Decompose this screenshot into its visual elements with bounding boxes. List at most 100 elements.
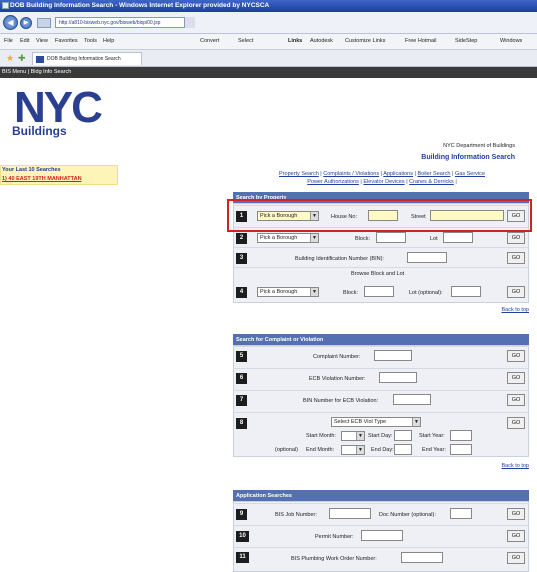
toolbar-select[interactable]: Select: [238, 38, 253, 44]
menu-help[interactable]: Help: [103, 38, 114, 44]
toolbar-autodesk[interactable]: Autodesk: [310, 38, 333, 44]
add-favorite-icon[interactable]: ✚: [18, 53, 26, 64]
end-year-input[interactable]: [450, 444, 472, 455]
go-button-2[interactable]: GO: [507, 232, 525, 244]
application-row-10: 10 Permit Number: GO: [233, 525, 529, 545]
menu-view[interactable]: View: [36, 38, 48, 44]
permit-number-label: Permit Number:: [315, 534, 354, 540]
ecb-violation-input[interactable]: [379, 372, 417, 383]
complaint-row-8: 8 Select ECB Viol Type ▼ Start Month: ▼ S…: [233, 412, 529, 456]
optional-label: (optional): [275, 447, 298, 453]
tab-favicon: [36, 56, 44, 63]
window-title-bar: DOB Building Information Search - Window…: [0, 0, 537, 12]
last-searches-panel: Your Last 10 Searches 1) 40 EAST 19TH MA…: [0, 165, 118, 185]
toolbar-sidestep[interactable]: SideStep: [455, 38, 477, 44]
address-bar: ◀ ▶ http://a810-bisweb.nyc.gov/bisweb/bi…: [0, 12, 537, 34]
bin-input[interactable]: [407, 252, 447, 263]
borough-select[interactable]: Pick a Borough ▼: [257, 233, 319, 243]
end-day-input[interactable]: [394, 444, 412, 455]
chevron-down-icon: ▼: [310, 288, 318, 296]
menu-file[interactable]: File: [4, 38, 13, 44]
link-gas-service[interactable]: Gas Service: [455, 171, 485, 177]
logo-buildings: Buildings: [12, 124, 67, 138]
menu-edit[interactable]: Edit: [20, 38, 29, 44]
block-input[interactable]: [364, 286, 394, 297]
row-number: 5: [236, 351, 247, 362]
go-button-4[interactable]: GO: [507, 286, 525, 298]
favorites-star-icon[interactable]: ★: [6, 53, 14, 64]
forward-icon[interactable]: ▶: [20, 17, 32, 29]
start-year-input[interactable]: [450, 430, 472, 441]
link-elevator-devices[interactable]: Elevator Devices: [363, 179, 404, 185]
back-to-top-link[interactable]: Back to top: [501, 463, 529, 469]
plumbing-work-order-input[interactable]: [401, 552, 443, 563]
property-row-3: 3 Building Identification Number (BIN): …: [233, 247, 529, 267]
borough-select[interactable]: Pick a Borough ▼: [257, 287, 319, 297]
link-applications[interactable]: Applications: [383, 171, 413, 177]
row-number: 9: [236, 509, 247, 520]
block-input[interactable]: [376, 232, 406, 243]
ecb-viol-type-value: Select ECB Viol Type: [334, 419, 387, 425]
start-day-label: Start Day:: [368, 433, 393, 439]
row-number: 10: [236, 531, 249, 542]
link-property-search[interactable]: Property Search: [279, 171, 319, 177]
doc-number-input[interactable]: [450, 508, 472, 519]
end-month-label: End Month:: [306, 447, 335, 453]
lot-input[interactable]: [451, 286, 481, 297]
address-dropdown-icon[interactable]: [184, 17, 195, 28]
go-button-3[interactable]: GO: [507, 252, 525, 264]
doc-number-label: Doc Number (optional):: [379, 512, 436, 518]
start-month-select[interactable]: ▼: [341, 431, 365, 441]
start-day-input[interactable]: [394, 430, 412, 441]
complaint-row-6: 6 ECB Violation Number: GO: [233, 368, 529, 388]
link-power-authorizations[interactable]: Power Authorizations: [307, 179, 359, 185]
chevron-down-icon: ▼: [412, 418, 420, 426]
row-number: 11: [236, 552, 249, 563]
toolbar-links: Links: [288, 38, 303, 44]
menu-favorites[interactable]: Favorites: [55, 38, 78, 44]
property-row-2: 2 Pick a Borough ▼ Block: Lot GO: [233, 227, 529, 247]
complaint-number-input[interactable]: [374, 350, 412, 361]
go-button-6[interactable]: GO: [507, 372, 525, 384]
go-button-7[interactable]: GO: [507, 394, 525, 406]
go-button-9[interactable]: GO: [507, 508, 525, 520]
go-button-10[interactable]: GO: [507, 530, 525, 542]
ecb-violation-label: ECB Violation Number:: [309, 376, 366, 382]
row-number: 4: [236, 287, 247, 298]
go-button-5[interactable]: GO: [507, 350, 525, 362]
last-search-item[interactable]: 1) 40 EAST 19TH MANHATTAN: [2, 176, 82, 182]
row-number: 7: [236, 395, 247, 406]
page-title: Building Information Search: [421, 154, 515, 161]
browser-tab[interactable]: DOB Building Information Search: [32, 52, 142, 65]
link-cranes-derricks[interactable]: Cranes & Derricks: [409, 179, 454, 185]
toolbar-customize-links[interactable]: Customize Links: [345, 38, 385, 44]
last-searches-heading: Your Last 10 Searches: [2, 167, 61, 173]
plumbing-work-order-label: BIS Plumbing Work Order Number:: [291, 556, 377, 562]
link-boiler-search[interactable]: Boiler Search: [417, 171, 450, 177]
row-number: 6: [236, 373, 247, 384]
permit-number-input[interactable]: [361, 530, 403, 541]
end-day-label: End Day:: [371, 447, 394, 453]
bis-job-number-input[interactable]: [329, 508, 371, 519]
back-to-top-link[interactable]: Back to top: [501, 307, 529, 313]
toolbar-convert[interactable]: Convert: [200, 38, 219, 44]
link-complaints[interactable]: Complaints / Violations: [323, 171, 379, 177]
service-links: Property Search | Complaints / Violation…: [279, 171, 485, 185]
tab-title: DOB Building Information Search: [47, 56, 121, 62]
bin-ecb-input[interactable]: [393, 394, 431, 405]
start-year-label: Start Year:: [419, 433, 445, 439]
row-number: 8: [236, 418, 247, 429]
back-icon[interactable]: ◀: [3, 15, 18, 30]
row-number: 2: [236, 233, 247, 244]
lot-input[interactable]: [443, 232, 473, 243]
ecb-viol-type-select[interactable]: Select ECB Viol Type ▼: [331, 417, 421, 427]
go-button-8[interactable]: GO: [507, 417, 525, 429]
site-nav-bar[interactable]: BIS Menu | Bldg Info Search: [0, 67, 537, 78]
lot-label: Lot: [430, 236, 438, 242]
end-month-select[interactable]: ▼: [341, 445, 365, 455]
address-input[interactable]: http://a810-bisweb.nyc.gov/bisweb/bispi0…: [55, 17, 195, 28]
toolbar-free-hotmail[interactable]: Free Hotmail: [405, 38, 436, 44]
go-button-11[interactable]: GO: [507, 552, 525, 564]
menu-tools[interactable]: Tools: [84, 38, 97, 44]
toolbar-windows[interactable]: Windows: [500, 38, 522, 44]
